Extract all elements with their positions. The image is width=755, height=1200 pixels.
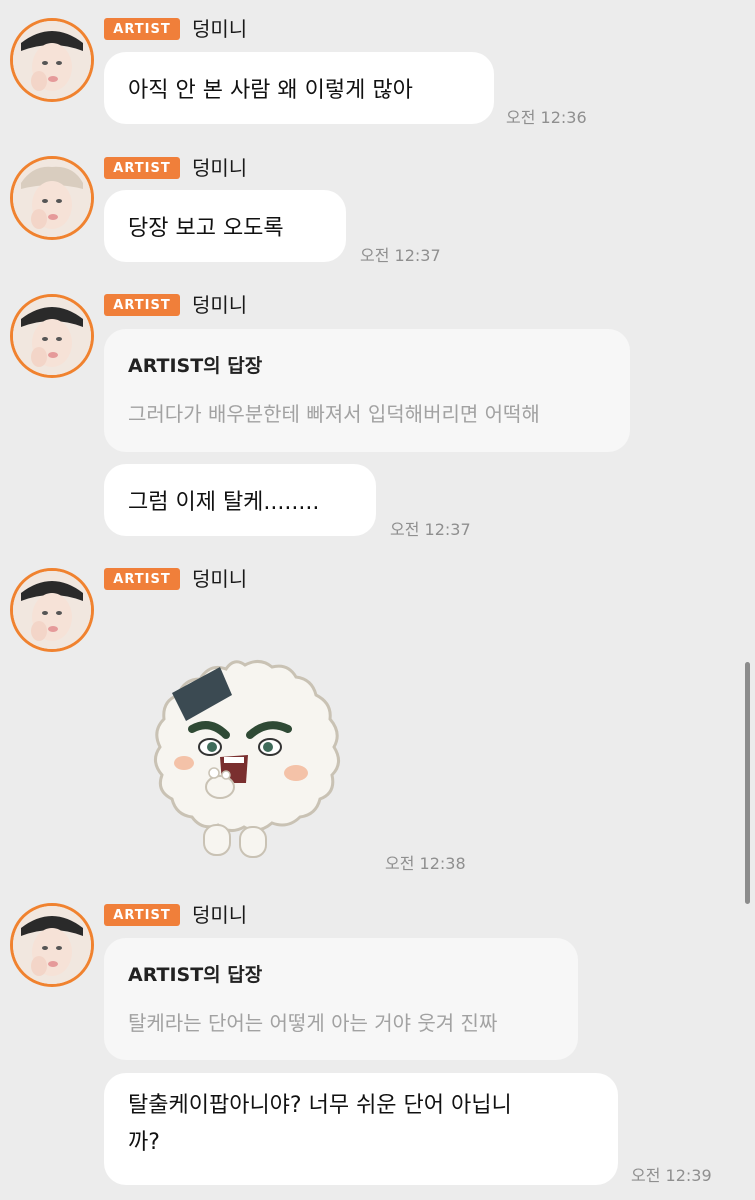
avatar-photo — [13, 21, 91, 99]
message-time: 오전 12:37 — [390, 520, 471, 539]
sender-name: 덩미니 — [192, 903, 248, 927]
artist-badge: ARTIST — [104, 568, 180, 590]
message-time: 오전 12:37 — [360, 246, 441, 265]
avatar-photo — [13, 159, 91, 237]
message-time: 오전 12:36 — [506, 108, 587, 127]
reply-card[interactable]: ARTIST의 답장 그러다가 배우분한테 빠져서 입덕해버리면 어떡해 — [104, 329, 630, 452]
message-time: 오전 12:38 — [385, 854, 466, 873]
message-time: 오전 12:39 — [631, 1166, 712, 1185]
artist-avatar[interactable] — [10, 156, 94, 240]
message-bubble[interactable]: 아직 안 본 사람 왜 이렇게 많아 — [104, 52, 494, 124]
artist-avatar[interactable] — [10, 903, 94, 987]
message-bubble[interactable]: 탈출케이팝아니야? 너무 쉬운 단어 아닙니 까? — [104, 1073, 618, 1185]
artist-avatar[interactable] — [10, 18, 94, 102]
artist-avatar[interactable] — [10, 568, 94, 652]
artist-badge: ARTIST — [104, 904, 180, 926]
reply-text: 그러다가 배우분한테 빠져서 입덕해버리면 어떡해 — [128, 402, 540, 426]
artist-avatar[interactable] — [10, 294, 94, 378]
avatar-photo — [13, 571, 91, 649]
scrollbar-thumb[interactable] — [745, 662, 750, 904]
sender-name: 덩미니 — [192, 156, 248, 180]
message-bubble[interactable]: 그럼 이제 탈케........ — [104, 464, 376, 536]
sender-name: 덩미니 — [192, 17, 248, 41]
sender-name: 덩미니 — [192, 567, 248, 591]
reply-text: 탈케라는 단어는 어떻게 아는 거야 웃겨 진짜 — [128, 1011, 498, 1035]
reply-title: ARTIST의 답장 — [128, 964, 263, 986]
message-text-line: 까? — [128, 1130, 160, 1155]
reply-card[interactable]: ARTIST의 답장 탈케라는 단어는 어떻게 아는 거야 웃겨 진짜 — [104, 938, 578, 1060]
rice-ball-sticker[interactable] — [140, 645, 350, 865]
sender-name: 덩미니 — [192, 293, 248, 317]
message-text-line: 탈출케이팝아니야? 너무 쉬운 단어 아닙니 — [128, 1093, 512, 1118]
reply-title: ARTIST의 답장 — [128, 355, 263, 377]
message-bubble[interactable]: 당장 보고 오도록 — [104, 190, 346, 262]
artist-badge: ARTIST — [104, 18, 180, 40]
artist-badge: ARTIST — [104, 157, 180, 179]
avatar-photo — [13, 906, 91, 984]
artist-badge: ARTIST — [104, 294, 180, 316]
avatar-photo — [13, 297, 91, 375]
